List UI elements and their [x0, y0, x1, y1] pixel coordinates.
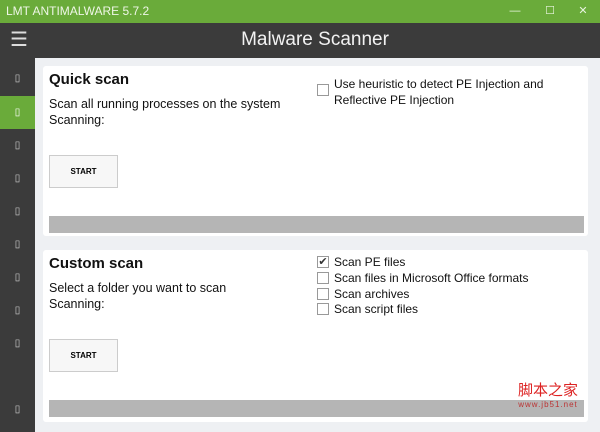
heuristic-label: Use heuristic to detect PE Injection and: [334, 77, 544, 91]
close-button[interactable]: ✕: [568, 0, 598, 23]
scan-office-checkbox[interactable]: Scan files in Microsoft Office formats: [317, 271, 529, 285]
watermark-url: www.jb51.net: [518, 400, 578, 409]
scan-office-label: Scan files in Microsoft Office formats: [334, 271, 529, 285]
heuristic-checkbox[interactable]: Use heuristic to detect PE Injection and…: [317, 76, 543, 108]
custom-scan-status: Scanning:: [49, 297, 105, 311]
quick-scan-card: Quick scan Scan all running processes on…: [43, 66, 588, 236]
sidebar-item-3[interactable]: ▯: [0, 129, 35, 162]
quick-scan-description: Scan all running processes on the system: [49, 97, 281, 111]
sidebar-item-2[interactable]: ▯: [0, 96, 35, 129]
minimize-button[interactable]: —: [500, 0, 530, 23]
sidebar-item-8[interactable]: ▯: [0, 294, 35, 327]
custom-scan-card: Custom scan Select a folder you want to …: [43, 250, 588, 422]
custom-scan-title: Custom scan: [49, 255, 144, 272]
sidebar-item-7[interactable]: ▯: [0, 261, 35, 294]
sidebar-item-6[interactable]: ▯: [0, 228, 35, 261]
page-title: Malware Scanner: [241, 29, 389, 50]
checkbox-box[interactable]: [317, 288, 329, 300]
maximize-button[interactable]: ☐: [535, 0, 565, 23]
quick-scan-status: Scanning:: [49, 113, 105, 127]
quick-scan-progress-bar: [49, 216, 584, 233]
sidebar-item-4[interactable]: ▯: [0, 162, 35, 195]
title-bar: LMT ANTIMALWARE 5.7.2 — ☐ ✕: [0, 0, 600, 23]
quick-scan-start-button[interactable]: START: [49, 155, 118, 188]
watermark: 脚本之家 www.jb51.net: [517, 382, 578, 412]
quick-scan-title: Quick scan: [49, 71, 130, 88]
sidebar-item-9[interactable]: ▯: [0, 327, 35, 360]
heuristic-label-line2: Reflective PE Injection: [334, 93, 455, 107]
main-content: Quick scan Scan all running processes on…: [35, 58, 600, 432]
watermark-text: 脚本之家: [517, 382, 578, 399]
checkmark-icon[interactable]: ✔: [317, 256, 329, 268]
sidebar-item-5[interactable]: ▯: [0, 195, 35, 228]
scan-archives-checkbox[interactable]: Scan archives: [317, 287, 409, 301]
scan-pe-checkbox[interactable]: ✔ Scan PE files: [317, 255, 405, 269]
sidebar-item-1[interactable]: ▯: [0, 62, 35, 95]
scan-archives-label: Scan archives: [334, 287, 410, 301]
sidebar-item-10[interactable]: ▯: [0, 393, 35, 426]
custom-scan-description: Select a folder you want to scan: [49, 281, 227, 295]
scan-pe-label: Scan PE files: [334, 255, 406, 269]
custom-scan-start-button[interactable]: START: [49, 339, 118, 372]
scan-scripts-label: Scan script files: [334, 302, 419, 316]
header: ☰ Malware Scanner: [0, 23, 600, 58]
checkbox-box[interactable]: [317, 303, 329, 315]
scan-scripts-checkbox[interactable]: Scan script files: [317, 302, 418, 316]
custom-scan-progress-bar: [49, 400, 584, 417]
checkbox-box[interactable]: [317, 272, 329, 284]
sidebar: ▯ ▯ ▯ ▯ ▯ ▯ ▯ ▯ ▯ ▯: [0, 58, 35, 432]
checkbox-box[interactable]: [317, 84, 329, 96]
window-title: LMT ANTIMALWARE 5.7.2: [6, 4, 150, 18]
